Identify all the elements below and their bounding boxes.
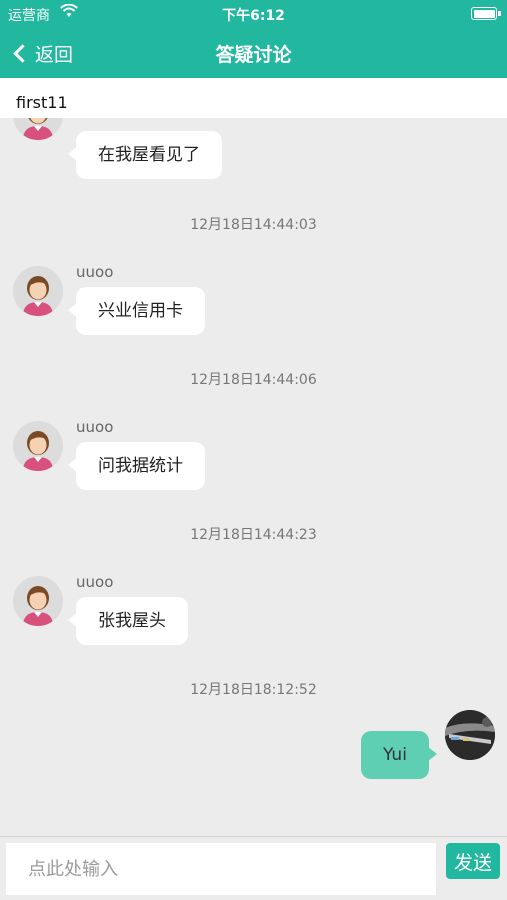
sender-name: uuoo [76,418,114,436]
female-avatar-icon [13,118,63,140]
message-timestamp: 12月18日14:44:23 [190,527,317,543]
self-avatar[interactable] [445,710,495,760]
status-time: 下午6:12 [222,8,285,24]
topic-name: first11 [16,93,68,112]
message-bubble[interactable]: Yui [361,731,437,779]
sender-name: uuoo [76,573,114,591]
message-bubble[interactable]: 兴业信用卡 [68,287,205,335]
message-timestamp: 12月18日14:44:03 [190,217,317,233]
avatar[interactable] [13,421,63,471]
message-timestamp: 12月18日18:12:52 [190,682,317,698]
message-timestamp: 12月18日14:44:06 [190,372,317,388]
input-bar: 发送 [0,836,507,900]
chat-list[interactable]: 在我屋看见了 12月18日14:44:03 uuoo 兴业信用卡 12月18日1… [0,118,507,836]
avatar[interactable] [13,576,63,626]
avatar[interactable] [13,118,63,140]
message-bubble[interactable]: 张我屋头 [68,597,188,645]
message-bubble[interactable]: 问我据统计 [68,442,205,490]
photo-avatar-icon [445,710,495,760]
nav-bar: 返回 答疑讨论 [0,28,507,78]
female-avatar-icon [13,576,63,626]
female-avatar-icon [13,266,63,316]
sender-name: uuoo [76,263,114,281]
status-bar: 运营商 下午6:12 [0,0,507,28]
avatar[interactable] [13,266,63,316]
send-button[interactable]: 发送 [446,843,500,879]
battery-icon [471,7,501,20]
female-avatar-icon [13,421,63,471]
message-bubble[interactable]: 在我屋看见了 [68,131,222,179]
message-input[interactable] [6,843,436,895]
page-title: 答疑讨论 [215,44,292,66]
topic-header: first11 [0,78,507,118]
